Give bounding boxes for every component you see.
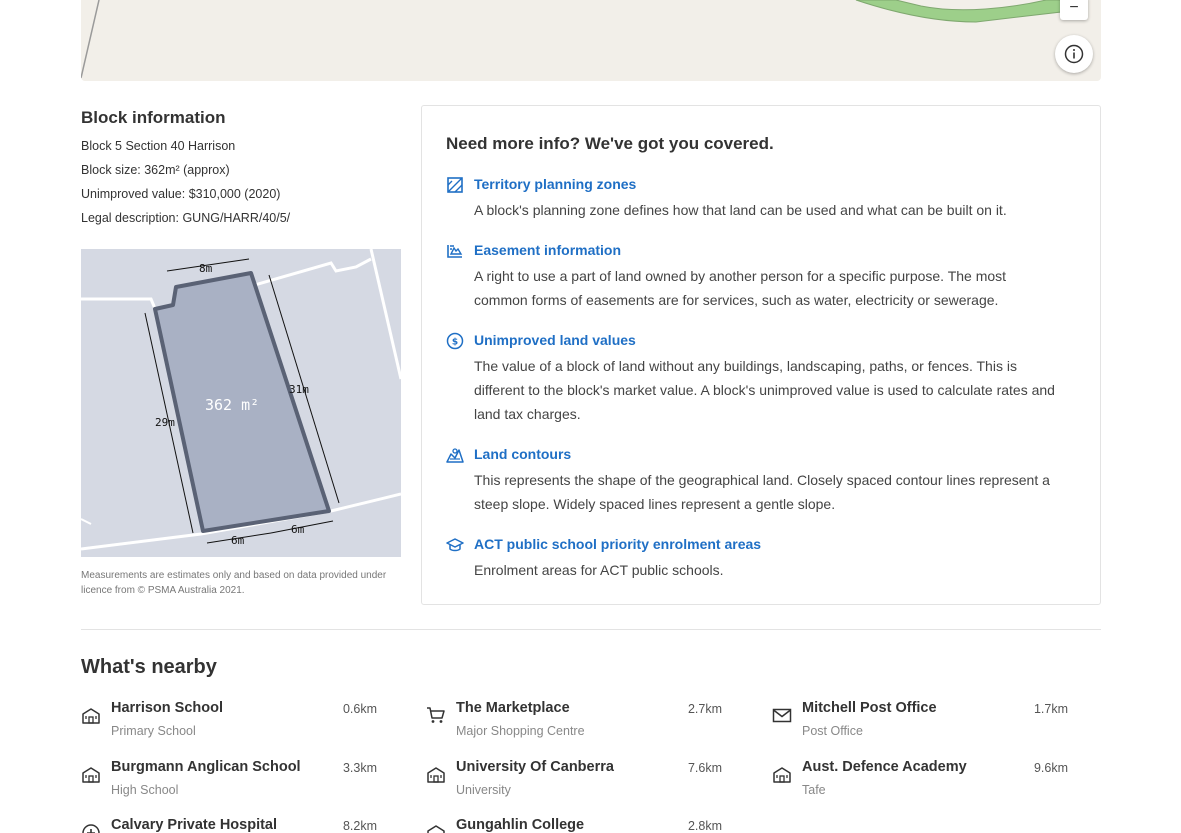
cart-icon (427, 707, 445, 723)
mail-icon (772, 708, 792, 723)
block-information: Block information Block 5 Section 40 Har… (81, 108, 401, 230)
info-item-contours: Land contours This represents the shape … (446, 444, 1076, 516)
block-plan-drawing: 8m 31m 29m 6m 6m 362 m² (81, 249, 401, 551)
info-item-title[interactable]: Unimproved land values (474, 330, 1059, 350)
planning-zone-icon (447, 177, 463, 193)
nearby-item[interactable]: Calvary Private Hospital 8.2km (81, 817, 381, 833)
nearby-distance: 3.3km (342, 761, 377, 775)
nearby-type: Post Office (802, 724, 863, 738)
dollar-icon: $ (446, 332, 464, 350)
block-info-heading: Block information (81, 108, 226, 127)
info-item-title[interactable]: Territory planning zones (474, 174, 1007, 194)
school-icon (82, 767, 100, 783)
nearby-name: University Of Canberra (456, 759, 614, 775)
nearby-distance: 1.7km (1033, 702, 1068, 716)
svg-text:$: $ (452, 338, 458, 348)
nearby-item[interactable]: University Of Canberra University 7.6km (426, 759, 726, 809)
dim-top-label: 8m (199, 262, 213, 275)
map-info-button[interactable] (1055, 35, 1093, 73)
block-legal: Legal description: GUNG/HARR/40/5/ (81, 211, 291, 225)
hospital-icon (82, 824, 100, 833)
dim-bottom-left-label: 6m (231, 534, 245, 547)
block-address: Block 5 Section 40 Harrison (81, 139, 236, 153)
info-item-planning-zones: Territory planning zones A block's plann… (446, 174, 1076, 222)
easement-icon (447, 245, 463, 258)
nearby-name: The Marketplace (456, 700, 570, 716)
graduation-cap-icon (446, 538, 464, 552)
nearby-type: High School (111, 783, 179, 797)
info-item-desc: A block's planning zone defines how that… (474, 202, 1007, 218)
info-item-desc: Enrolment areas for ACT public schools. (474, 562, 724, 578)
info-item-land-values: $ Unimproved land values The value of a … (446, 330, 1076, 426)
nearby-distance: 2.7km (687, 702, 722, 716)
nearby-name: Calvary Private Hospital (111, 817, 278, 833)
info-item-title[interactable]: ACT public school priority enrolment are… (474, 534, 761, 554)
info-icon (1064, 44, 1084, 64)
contour-icon (446, 448, 464, 463)
nearby-distance: 2.8km (687, 819, 722, 833)
info-card-heading: Need more info? We've got you covered. (446, 134, 774, 153)
block-size: Block size: 362m² (approx) (81, 163, 230, 177)
map-canvas (81, 0, 1062, 79)
info-item-title[interactable]: Easement information (474, 240, 1059, 260)
info-item-easement: Easement information A right to use a pa… (446, 240, 1076, 312)
nearby-name: Aust. Defence Academy (802, 759, 967, 775)
block-area-label: 362 m² (205, 396, 259, 414)
nearby-item[interactable]: The Marketplace Major Shopping Centre 2.… (426, 700, 726, 750)
school-icon (773, 767, 791, 783)
info-item-desc: The value of a block of land without any… (474, 358, 1055, 422)
nearby-type: University (456, 783, 511, 797)
info-item-desc: This represents the shape of the geograp… (474, 472, 1050, 512)
nearby-distance: 9.6km (1033, 761, 1068, 775)
dim-left-label: 29m (155, 416, 175, 429)
nearby-distance: 7.6km (687, 761, 722, 775)
info-item-desc: A right to use a part of land owned by a… (474, 268, 1007, 308)
dim-right-label: 31m (289, 383, 309, 396)
nearby-item[interactable]: Gungahlin College 2.8km (426, 817, 726, 833)
map-view[interactable]: − (81, 0, 1101, 81)
nearby-item[interactable]: Aust. Defence Academy Tafe 9.6km (772, 759, 1072, 809)
nearby-type: Primary School (111, 724, 196, 738)
nearby-distance: 8.2km (342, 819, 377, 833)
nearby-name: Harrison School (111, 700, 223, 716)
info-item-enrolment: ACT public school priority enrolment are… (446, 534, 1076, 582)
nearby-type: Major Shopping Centre (456, 724, 585, 738)
nearby-item[interactable]: Burgmann Anglican School High School 3.3… (81, 759, 381, 809)
nearby-item[interactable]: Harrison School Primary School 0.6km (81, 700, 381, 750)
measurement-disclaimer: Measurements are estimates only and base… (81, 570, 387, 596)
dim-bottom-right-label: 6m (291, 523, 305, 536)
school-icon (82, 708, 100, 724)
nearby-name: Burgmann Anglican School (111, 759, 301, 775)
nearby-name: Gungahlin College (456, 817, 585, 833)
info-card: Need more info? We've got you covered. T… (421, 105, 1101, 605)
nearby-distance: 0.6km (342, 702, 377, 716)
nearby-heading: What's nearby (81, 656, 217, 678)
zoom-out-button[interactable]: − (1060, 0, 1088, 20)
school-icon (427, 825, 445, 833)
block-plan: 8m 31m 29m 6m 6m 362 m² (81, 249, 401, 557)
school-icon (427, 767, 445, 783)
nearby-item[interactable]: Mitchell Post Office Post Office 1.7km (772, 700, 1072, 750)
nearby-type: Tafe (802, 783, 826, 797)
block-value: Unimproved value: $310,000 (2020) (81, 187, 281, 201)
section-divider (81, 629, 1101, 630)
info-item-title[interactable]: Land contours (474, 444, 1059, 464)
nearby-name: Mitchell Post Office (802, 700, 937, 716)
